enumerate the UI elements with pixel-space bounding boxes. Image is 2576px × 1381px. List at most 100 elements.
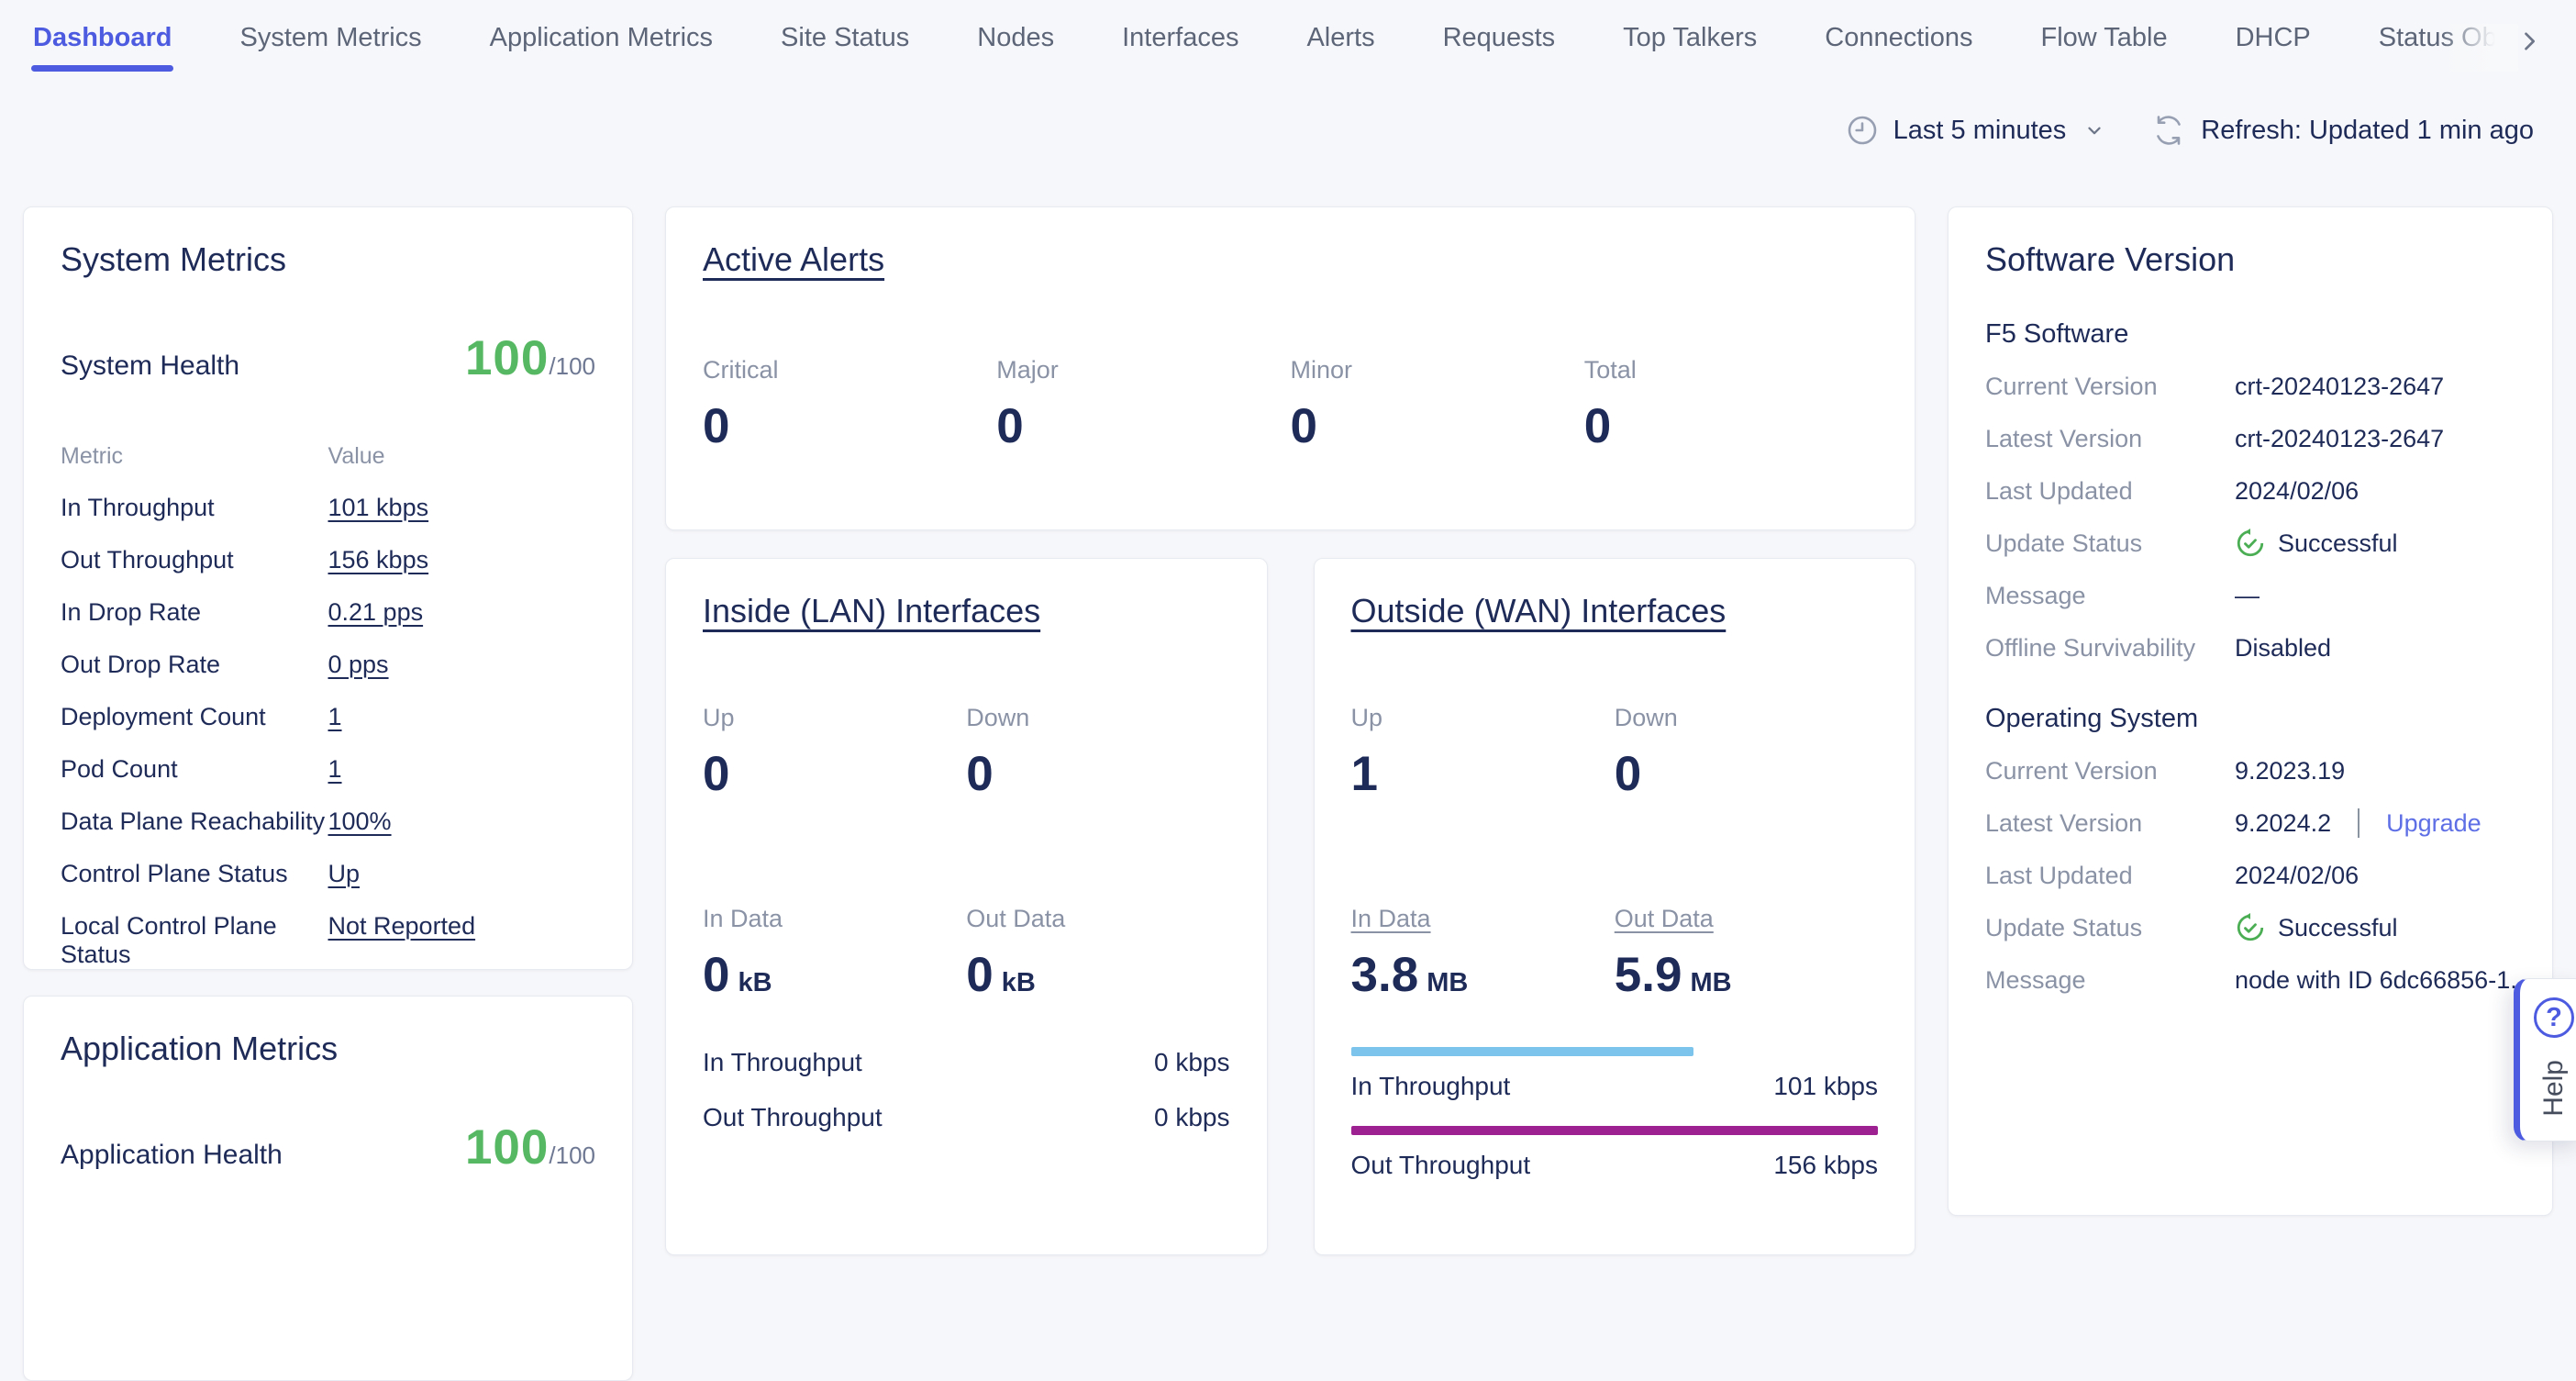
wan-out-data-link[interactable]: Out Data bbox=[1615, 905, 1714, 932]
wan-data: In Data 3.8MB Out Data 5.9MB bbox=[1351, 905, 1879, 1003]
system-metrics-table: Metric Value In Throughput101 kbps Out T… bbox=[61, 443, 595, 969]
system-health-label: System Health bbox=[61, 351, 239, 382]
tab-top-talkers[interactable]: Top Talkers bbox=[1623, 24, 1757, 72]
interfaces-row: Inside (LAN) Interfaces Up 0 Down 0 In D… bbox=[665, 558, 1915, 1255]
help-label: Help bbox=[2538, 1060, 2570, 1117]
lan-out-data: Out Data 0kB bbox=[966, 905, 1229, 1003]
metric-name: Data Plane Reachability bbox=[61, 807, 328, 836]
tab-site-status[interactable]: Site Status bbox=[781, 24, 909, 72]
lan-out-throughput-row: Out Throughput0 kbps bbox=[703, 1102, 1230, 1133]
lan-interfaces-link[interactable]: Inside (LAN) Interfaces bbox=[703, 592, 1040, 629]
left-column: System Metrics System Health 100/100 Met… bbox=[23, 206, 633, 1381]
sv-row: Last Updated2024/02/06 bbox=[1985, 475, 2515, 507]
wan-in-data-link[interactable]: In Data bbox=[1351, 905, 1431, 932]
tab-status-objects[interactable]: Status Ob bbox=[2379, 24, 2518, 72]
wan-throughput: In Throughput101 kbps Out Throughput156 … bbox=[1351, 1047, 1879, 1180]
system-metrics-title: System Metrics bbox=[61, 240, 595, 279]
upgrade-link[interactable]: Upgrade bbox=[2386, 809, 2482, 838]
tab-requests[interactable]: Requests bbox=[1443, 24, 1556, 72]
wan-out-data: Out Data 5.9MB bbox=[1615, 905, 1878, 1003]
question-mark-icon: ? bbox=[2534, 997, 2574, 1038]
refresh-button[interactable]: Refresh: Updated 1 min ago bbox=[2152, 114, 2534, 147]
help-button[interactable]: ? Help bbox=[2514, 978, 2576, 1142]
lan-interfaces-title: Inside (LAN) Interfaces bbox=[703, 592, 1230, 630]
application-health-row: Application Health 100/100 bbox=[61, 1119, 595, 1175]
table-row: Pod Count1 bbox=[61, 755, 595, 784]
wan-down: Down 0 bbox=[1615, 704, 1878, 802]
system-health-row: System Health 100/100 bbox=[61, 330, 595, 386]
tab-dhcp[interactable]: DHCP bbox=[2236, 24, 2311, 72]
time-range-picker[interactable]: Last 5 minutes bbox=[1846, 114, 2105, 147]
tab-nodes[interactable]: Nodes bbox=[977, 24, 1054, 72]
software-version-card: Software Version F5 Software Current Ver… bbox=[1948, 206, 2553, 1216]
tab-system-metrics[interactable]: System Metrics bbox=[239, 24, 421, 72]
metric-value-link[interactable]: Up bbox=[328, 860, 596, 888]
tab-flow-table[interactable]: Flow Table bbox=[2041, 24, 2168, 72]
metric-value-link[interactable]: 0.21 pps bbox=[328, 598, 596, 627]
lan-interfaces-card: Inside (LAN) Interfaces Up 0 Down 0 In D… bbox=[665, 558, 1268, 1255]
metric-value-link[interactable]: 1 bbox=[328, 755, 596, 784]
lan-in-throughput-row: In Throughput0 kbps bbox=[703, 1047, 1230, 1078]
active-alerts-link[interactable]: Active Alerts bbox=[703, 240, 884, 278]
tab-alerts[interactable]: Alerts bbox=[1306, 24, 1374, 72]
software-version-title: Software Version bbox=[1985, 240, 2515, 279]
tab-interfaces[interactable]: Interfaces bbox=[1122, 24, 1238, 72]
table-row: In Drop Rate0.21 pps bbox=[61, 598, 595, 627]
table-header: Metric Value bbox=[61, 443, 595, 470]
chevron-down-icon bbox=[2084, 120, 2104, 140]
sv-row: Current Version9.2023.19 bbox=[1985, 755, 2515, 786]
table-row: Data Plane Reachability100% bbox=[61, 807, 595, 836]
wan-interfaces-link[interactable]: Outside (WAN) Interfaces bbox=[1351, 592, 1727, 629]
metric-value-link[interactable]: Not Reported bbox=[328, 912, 596, 941]
metric-value-link[interactable]: 101 kbps bbox=[328, 494, 596, 522]
circular-check-icon bbox=[2235, 528, 2266, 559]
right-column: Software Version F5 Software Current Ver… bbox=[1948, 206, 2553, 1216]
wan-status: Up 1 Down 0 bbox=[1351, 704, 1879, 802]
dashboard-grid: System Metrics System Health 100/100 Met… bbox=[23, 206, 2553, 1381]
tab-connections[interactable]: Connections bbox=[1825, 24, 1972, 72]
col-metric: Metric bbox=[61, 443, 328, 470]
time-range-value: Last 5 minutes bbox=[1893, 116, 2067, 146]
metric-name: Out Throughput bbox=[61, 546, 328, 574]
wan-up: Up 1 bbox=[1351, 704, 1615, 802]
metric-value-link[interactable]: 1 bbox=[328, 703, 596, 731]
system-health-score: 100/100 bbox=[465, 330, 595, 386]
tab-application-metrics[interactable]: Application Metrics bbox=[490, 24, 713, 72]
lan-down: Down 0 bbox=[966, 704, 1229, 802]
system-metrics-card: System Metrics System Health 100/100 Met… bbox=[23, 206, 633, 970]
application-metrics-title: Application Metrics bbox=[61, 1030, 595, 1068]
refresh-status-text: Refresh: Updated 1 min ago bbox=[2201, 116, 2534, 146]
metric-value-link[interactable]: 0 pps bbox=[328, 651, 596, 679]
refresh-icon bbox=[2152, 114, 2185, 147]
lan-data: In Data 0kB Out Data 0kB bbox=[703, 905, 1230, 1003]
sv-row: Update Status Successful bbox=[1985, 528, 2515, 559]
sv-row: Message— bbox=[1985, 580, 2515, 611]
circular-check-icon bbox=[2235, 912, 2266, 943]
table-row: Local Control Plane StatusNot Reported bbox=[61, 912, 595, 969]
metric-name: Control Plane Status bbox=[61, 860, 328, 888]
alert-count-total: Total 0 bbox=[1584, 356, 1878, 454]
alert-count-minor: Minor 0 bbox=[1291, 356, 1584, 454]
out-throughput-bar bbox=[1351, 1126, 1879, 1135]
col-value: Value bbox=[328, 443, 596, 470]
metric-name: Deployment Count bbox=[61, 703, 328, 731]
application-health-score: 100/100 bbox=[465, 1119, 595, 1175]
dashboard-toolbar: Last 5 minutes Refresh: Updated 1 min ag… bbox=[1846, 114, 2534, 147]
metric-value-link[interactable]: 156 kbps bbox=[328, 546, 596, 574]
lan-in-data: In Data 0kB bbox=[703, 905, 966, 1003]
sv-row: Offline SurvivabilityDisabled bbox=[1985, 632, 2515, 663]
table-row: In Throughput101 kbps bbox=[61, 494, 595, 522]
lan-status: Up 0 Down 0 bbox=[703, 704, 1230, 802]
sv-row: Latest Versioncrt-20240123-2647 bbox=[1985, 423, 2515, 454]
wan-out-throughput-row: Out Throughput156 kbps bbox=[1351, 1126, 1879, 1181]
metric-name: In Drop Rate bbox=[61, 598, 328, 627]
operating-system-heading: Operating System bbox=[1985, 704, 2515, 734]
sv-row: Current Versioncrt-20240123-2647 bbox=[1985, 371, 2515, 402]
metric-value-link[interactable]: 100% bbox=[328, 807, 596, 836]
divider bbox=[2358, 808, 2359, 838]
wan-in-throughput-row: In Throughput101 kbps bbox=[1351, 1047, 1879, 1102]
lan-up: Up 0 bbox=[703, 704, 966, 802]
table-row: Out Throughput156 kbps bbox=[61, 546, 595, 574]
tab-dashboard[interactable]: Dashboard bbox=[33, 24, 172, 72]
alert-counts: Critical 0 Major 0 Minor 0 Total 0 bbox=[703, 356, 1878, 454]
